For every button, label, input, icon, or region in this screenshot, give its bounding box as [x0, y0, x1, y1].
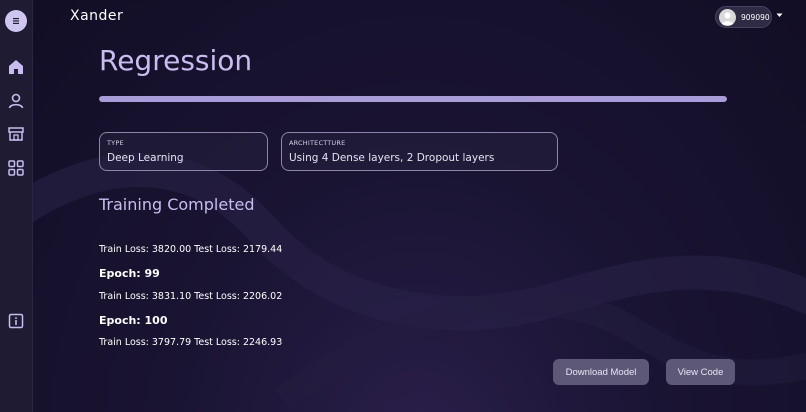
log-line: Train Loss: 3797.79 Test Loss: 2246.93 [99, 337, 283, 348]
user-menu[interactable]: 909090 [715, 6, 772, 28]
architecture-value: Using 4 Dense layers, 2 Dropout layers [289, 152, 495, 164]
info-icon[interactable] [6, 311, 26, 331]
log-line: Train Loss: 3820.00 Test Loss: 2179.44 [99, 244, 283, 255]
menu-button[interactable] [5, 10, 27, 32]
log-line: Epoch: 99 [99, 267, 160, 280]
log-line: Epoch: 100 [99, 314, 168, 327]
type-value: Deep Learning [107, 152, 184, 164]
page-title: Regression [99, 44, 253, 77]
chevron-down-icon[interactable] [776, 13, 783, 18]
home-icon[interactable] [6, 57, 26, 77]
avatar [719, 8, 736, 26]
user-icon[interactable] [6, 91, 26, 111]
user-name: 909090 [741, 12, 770, 22]
download-model-button[interactable]: Download Model [553, 359, 649, 385]
log-line: Train Loss: 3831.10 Test Loss: 2206.02 [99, 291, 283, 302]
menu-icon [13, 18, 19, 24]
type-label: TYPE [107, 139, 124, 147]
progress-bar [99, 96, 727, 102]
view-code-button[interactable]: View Code [666, 359, 735, 385]
training-status: Training Completed [99, 195, 255, 214]
grid-icon[interactable] [6, 158, 26, 178]
avatar-icon [721, 12, 734, 25]
brand-logo[interactable]: Xander [70, 8, 123, 24]
architecture-field[interactable]: ARCHITECTTURE Using 4 Dense layers, 2 Dr… [281, 132, 558, 171]
progress-fill [99, 96, 727, 102]
sidebar [0, 0, 33, 412]
type-field[interactable]: TYPE Deep Learning [99, 132, 268, 171]
architecture-label: ARCHITECTTURE [289, 139, 346, 147]
store-icon[interactable] [6, 124, 26, 144]
